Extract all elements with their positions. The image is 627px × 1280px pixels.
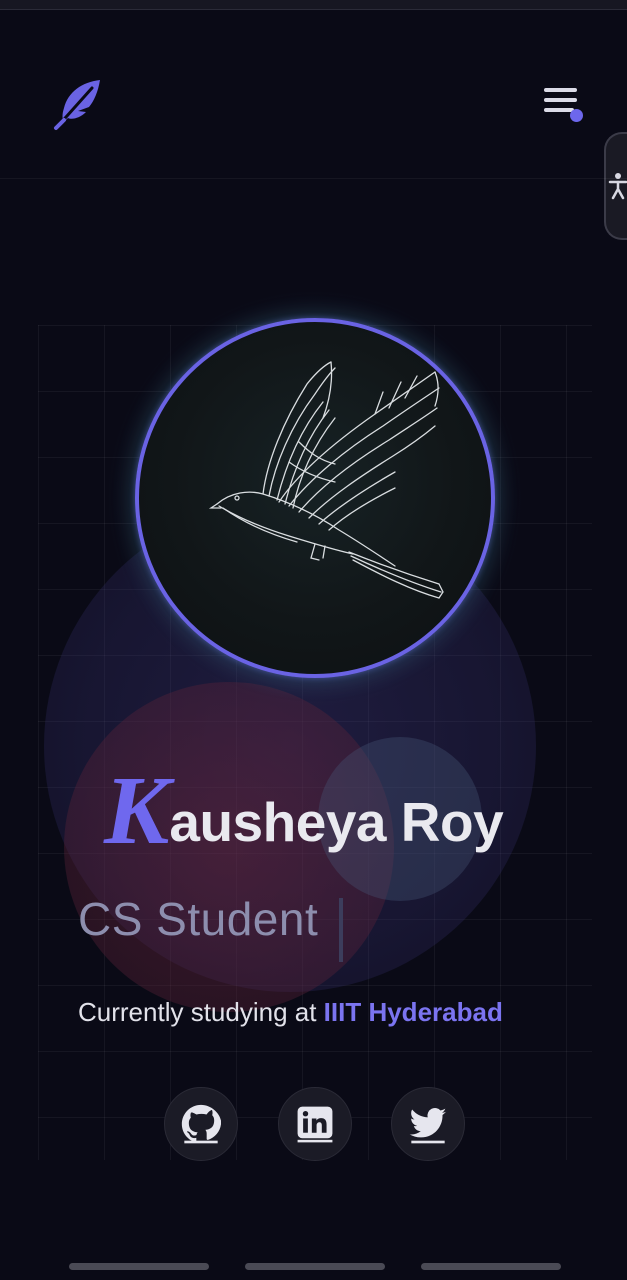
hero-name: K ausheya Roy xyxy=(104,757,504,865)
studying-prefix: Currently studying at xyxy=(78,997,324,1027)
name-rest: ausheya Roy xyxy=(169,791,504,853)
accessibility-button[interactable] xyxy=(604,132,627,240)
portfolio-screen: K ausheya Roy CS Student Currently study… xyxy=(0,0,627,1280)
name-initial: K xyxy=(104,757,169,865)
linkedin-button[interactable] xyxy=(278,1087,352,1161)
bird-line-art-icon xyxy=(208,361,444,599)
nav-gesture-bar-left xyxy=(69,1263,209,1270)
avatar xyxy=(135,318,495,678)
github-button[interactable] xyxy=(164,1087,238,1161)
accessibility-person-icon xyxy=(608,173,627,200)
typing-cursor xyxy=(339,898,343,962)
feather-icon[interactable] xyxy=(52,76,108,132)
github-icon xyxy=(181,1104,221,1144)
menu-notification-dot xyxy=(570,109,583,122)
nav-gesture-bar-center xyxy=(245,1263,385,1270)
linkedin-icon xyxy=(297,1106,333,1143)
role-typewriter-text: CS Student xyxy=(78,893,319,945)
twitter-icon xyxy=(409,1108,447,1144)
nav-gesture-bar-right xyxy=(421,1263,561,1270)
institution-link[interactable]: IIIT Hyderabad xyxy=(324,997,503,1027)
hamburger-menu-icon[interactable] xyxy=(540,84,586,122)
twitter-button[interactable] xyxy=(391,1087,465,1161)
studying-line: Currently studying at IIIT Hyderabad xyxy=(78,997,503,1028)
status-strip xyxy=(0,0,627,10)
header-divider xyxy=(0,178,627,179)
